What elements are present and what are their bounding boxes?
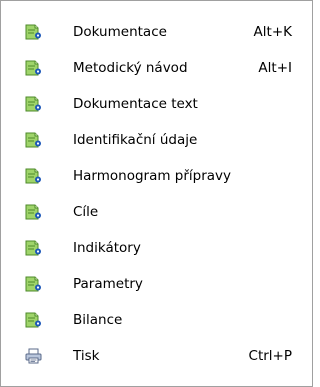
menu-item-metodicky-navod[interactable]: Metodický návod Alt+I: [2, 51, 311, 85]
menu-item-shortcut: Alt+K: [253, 24, 292, 40]
document-settings-icon: [25, 312, 43, 328]
menu-item-label: Tisk: [73, 348, 100, 364]
menu-item-shortcut: Ctrl+P: [248, 348, 292, 364]
menu-item-parametry[interactable]: Parametry: [2, 267, 311, 301]
menu-item-dokumentace-text[interactable]: Dokumentace text: [2, 87, 311, 121]
document-settings-icon: [25, 240, 43, 256]
document-settings-icon: [25, 132, 43, 148]
menu-item-dokumentace[interactable]: Dokumentace Alt+K: [2, 15, 311, 49]
context-menu: Dokumentace Alt+K Metodický návod Alt+I: [0, 0, 313, 387]
menu-item-label: Identifikační údaje: [73, 132, 198, 148]
menu-item-label: Dokumentace: [73, 24, 167, 40]
document-settings-icon: [25, 96, 43, 112]
menu-item-label: Indikátory: [73, 240, 141, 256]
menu-item-identifikacni-udaje[interactable]: Identifikační údaje: [2, 123, 311, 157]
document-settings-icon: [25, 24, 43, 40]
menu-item-indikatory[interactable]: Indikátory: [2, 231, 311, 265]
menu-item-harmonogram-pripravy[interactable]: Harmonogram přípravy: [2, 159, 311, 193]
menu-item-label: Cíle: [73, 204, 99, 220]
menu-item-label: Bilance: [73, 312, 123, 328]
document-settings-icon: [25, 204, 43, 220]
menu-item-label: Metodický návod: [73, 60, 188, 76]
document-settings-icon: [25, 168, 43, 184]
menu-item-shortcut: Alt+I: [258, 60, 292, 76]
document-settings-icon: [25, 276, 43, 292]
menu-item-cile[interactable]: Cíle: [2, 195, 311, 229]
printer-icon: [25, 348, 43, 364]
menu-item-label: Dokumentace text: [73, 96, 198, 112]
menu-item-bilance[interactable]: Bilance: [2, 303, 311, 337]
menu-item-label: Parametry: [73, 276, 143, 292]
document-settings-icon: [25, 60, 43, 76]
menu-item-label: Harmonogram přípravy: [73, 168, 232, 184]
menu-item-tisk[interactable]: Tisk Ctrl+P: [2, 339, 311, 373]
